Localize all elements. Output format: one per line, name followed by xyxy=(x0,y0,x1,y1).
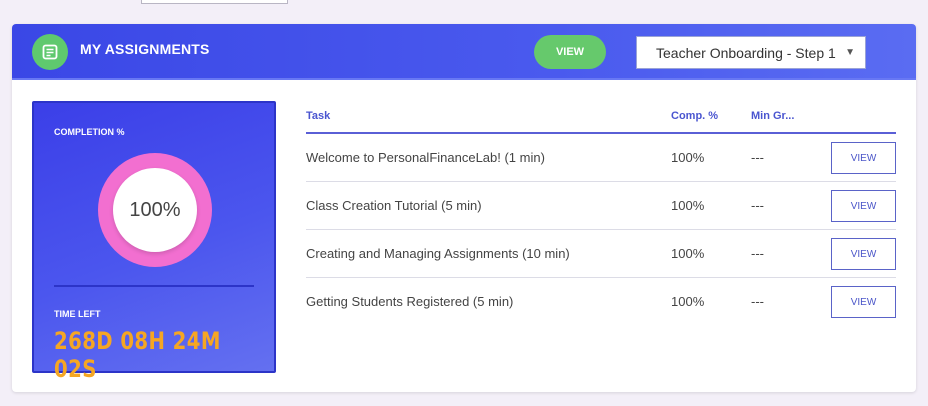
document-list-icon xyxy=(32,34,68,70)
tasks-table: Task Comp. % Min Gr... Welcome to Person… xyxy=(306,104,896,326)
header-min-grade[interactable]: Min Gr... xyxy=(751,110,794,122)
view-task-button[interactable]: VIEW xyxy=(831,238,896,270)
top-tab-stub xyxy=(141,0,288,4)
card-header: MY ASSIGNMENTS VIEW Teacher Onboarding -… xyxy=(12,24,916,80)
completion-label: COMPLETION % xyxy=(54,127,125,137)
task-name: Welcome to PersonalFinanceLab! (1 min) xyxy=(306,150,545,165)
assignments-card: MY ASSIGNMENTS VIEW Teacher Onboarding -… xyxy=(12,24,916,392)
task-comp: 100% xyxy=(671,294,705,309)
task-name: Class Creation Tutorial (5 min) xyxy=(306,198,482,213)
view-assignment-button[interactable]: VIEW xyxy=(534,35,606,69)
task-min-grade: --- xyxy=(751,198,764,213)
time-left-value: 268D 08H 24M 02S xyxy=(54,327,221,383)
table-row: Getting Students Registered (5 min) 100%… xyxy=(306,278,896,326)
assignment-select[interactable]: Teacher Onboarding - Step 1 ▼ xyxy=(636,36,866,69)
page-title: MY ASSIGNMENTS xyxy=(80,41,210,57)
task-name: Getting Students Registered (5 min) xyxy=(306,294,514,309)
task-min-grade: --- xyxy=(751,294,764,309)
view-task-button[interactable]: VIEW xyxy=(831,286,896,318)
completion-value: 100% xyxy=(113,168,197,252)
header-comp[interactable]: Comp. % xyxy=(671,110,718,122)
table-row: Class Creation Tutorial (5 min) 100% ---… xyxy=(306,182,896,230)
view-task-button[interactable]: VIEW xyxy=(831,190,896,222)
task-comp: 100% xyxy=(671,246,705,261)
table-header: Task Comp. % Min Gr... xyxy=(306,104,896,134)
panel-divider xyxy=(54,285,254,287)
task-comp: 100% xyxy=(671,198,705,213)
header-task[interactable]: Task xyxy=(306,110,330,122)
caret-down-icon: ▼ xyxy=(845,47,855,58)
task-min-grade: --- xyxy=(751,150,764,165)
table-row: Creating and Managing Assignments (10 mi… xyxy=(306,230,896,278)
assignment-select-value: Teacher Onboarding - Step 1 xyxy=(656,44,836,61)
completion-donut: 100% xyxy=(98,153,212,267)
time-left-label: TIME LEFT xyxy=(54,309,101,319)
table-row: Welcome to PersonalFinanceLab! (1 min) 1… xyxy=(306,134,896,182)
task-name: Creating and Managing Assignments (10 mi… xyxy=(306,246,570,261)
task-comp: 100% xyxy=(671,150,705,165)
view-task-button[interactable]: VIEW xyxy=(831,142,896,174)
task-min-grade: --- xyxy=(751,246,764,261)
stats-panel: COMPLETION % 100% TIME LEFT 268D 08H 24M… xyxy=(32,101,276,383)
